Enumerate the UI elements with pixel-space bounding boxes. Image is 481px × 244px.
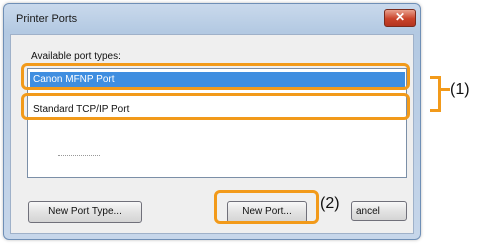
close-icon: ✕ xyxy=(394,10,406,24)
new-port-type-button[interactable]: New Port Type... xyxy=(28,201,142,223)
printer-ports-dialog: Printer Ports ✕ Available port types: Ca… xyxy=(3,3,421,240)
available-port-types-label: Available port types: xyxy=(31,51,121,62)
callout-label-2: (2) xyxy=(320,195,340,212)
cancel-button[interactable]: ancel xyxy=(351,201,407,221)
callout-bracket xyxy=(430,76,441,112)
dialog-title: Printer Ports xyxy=(16,13,78,25)
highlight-new-port-button xyxy=(214,190,319,224)
close-button[interactable]: ✕ xyxy=(384,9,416,27)
callout-bracket-tail xyxy=(440,88,450,91)
highlight-canon-mfnp-port xyxy=(21,63,410,90)
list-separator xyxy=(58,155,100,159)
highlight-standard-tcpip-port xyxy=(21,93,410,120)
callout-label-1: (1) xyxy=(450,81,470,98)
